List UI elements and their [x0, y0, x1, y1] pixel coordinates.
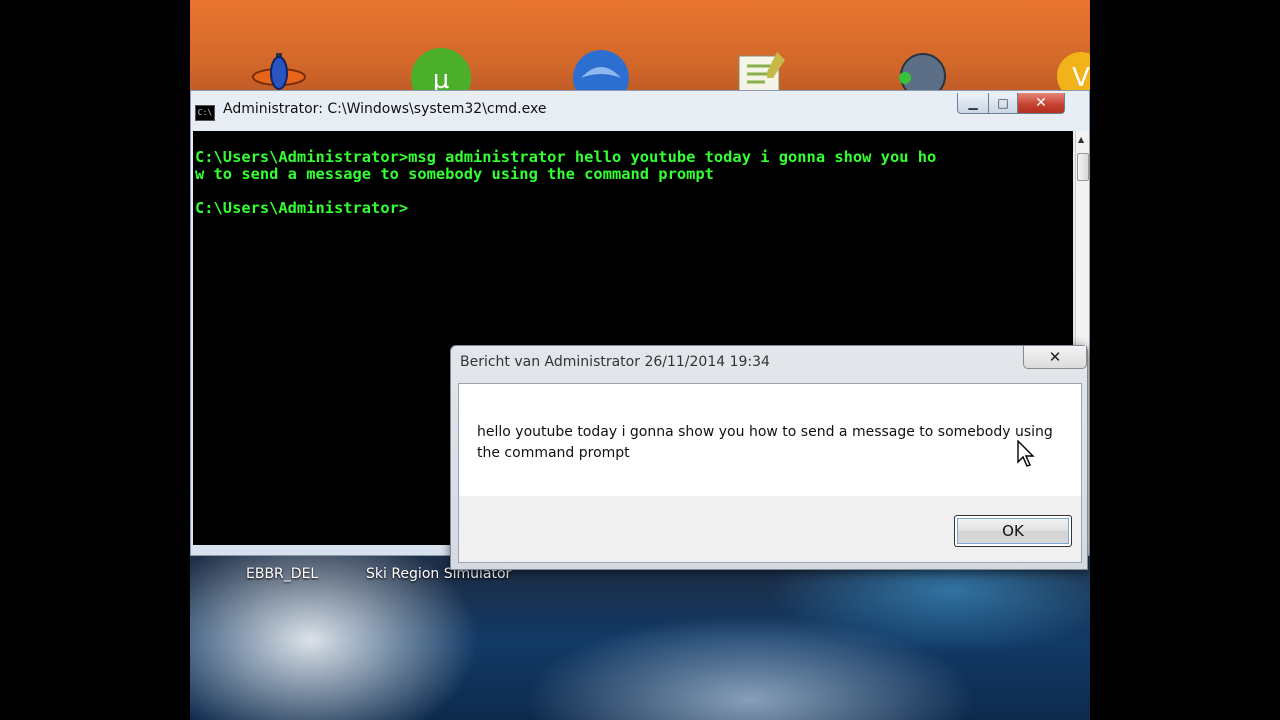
dialog-message: hello youtube today i gonna show you how… — [477, 424, 1053, 461]
dialog-message-area: hello youtube today i gonna show you how… — [459, 384, 1081, 496]
cmd-title-bar[interactable]: C:\ Administrator: C:\Windows\system32\c… — [191, 91, 1090, 129]
v-app-icon[interactable]: V — [1048, 48, 1090, 96]
dialog-title: Bericht van Administrator 26/11/2014 19:… — [460, 354, 770, 370]
close-button[interactable]: ✕ — [1017, 93, 1065, 114]
mouse-cursor-icon — [1017, 440, 1035, 467]
minimize-button[interactable]: ▁ — [957, 93, 989, 114]
media-player-icon[interactable] — [890, 48, 952, 96]
message-dialog: Bericht van Administrator 26/11/2014 19:… — [450, 345, 1088, 570]
notepad-icon[interactable] — [730, 48, 792, 96]
scrollbar-thumb[interactable] — [1077, 153, 1089, 181]
dialog-close-button[interactable]: ✕ — [1023, 346, 1087, 369]
desktop-shortcut-label[interactable]: EBBR_DEL — [246, 566, 318, 582]
cmd-app-icon[interactable]: C:\ — [195, 105, 215, 121]
thunderbird-icon[interactable] — [570, 48, 632, 96]
dialog-body: hello youtube today i gonna show you how… — [458, 383, 1082, 563]
scroll-up-arrow-icon[interactable]: ▲ — [1078, 135, 1084, 144]
plane-icon[interactable] — [248, 48, 310, 96]
maximize-button[interactable]: □ — [988, 93, 1018, 114]
ok-button[interactable]: OK — [954, 515, 1072, 547]
console-output: C:\Users\Administrator>msg administrator… — [195, 148, 937, 217]
desktop: µ V C:\ Administrator: C:\Windows\system… — [190, 0, 1090, 720]
cmd-window-title: Administrator: C:\Windows\system32\cmd.e… — [223, 101, 547, 117]
utorrent-icon[interactable]: µ — [410, 48, 472, 96]
svg-text:V: V — [1072, 63, 1090, 93]
